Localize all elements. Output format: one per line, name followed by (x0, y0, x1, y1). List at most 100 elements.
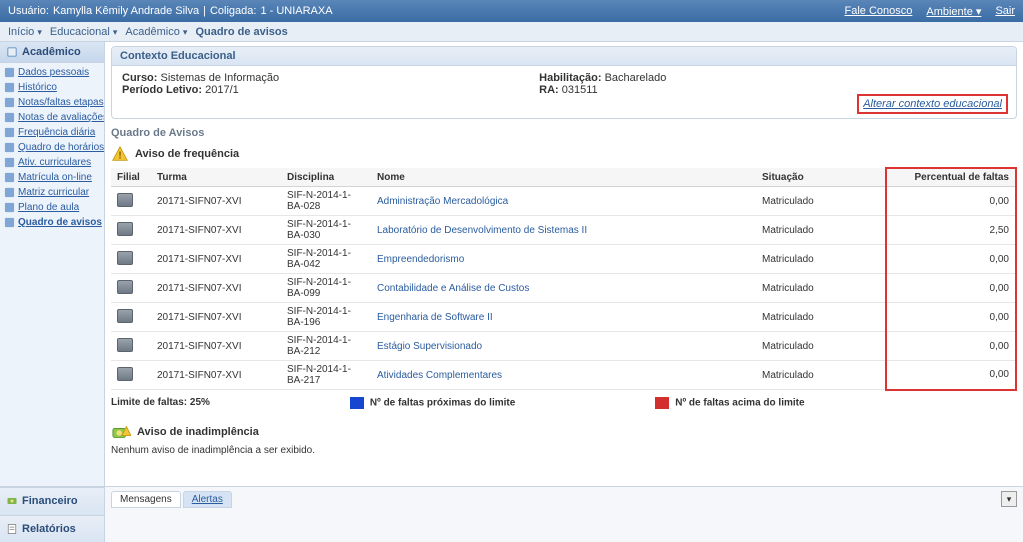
item-icon (4, 112, 15, 123)
chevron-down-icon: ▾ (113, 27, 118, 37)
curso-label: Curso: (122, 72, 157, 84)
sidebar-header-label: Acadêmico (22, 46, 81, 58)
periodo-value: 2017/1 (205, 84, 239, 96)
sidebar-item-0[interactable]: Dados pessoais (0, 65, 104, 80)
cell-nome[interactable]: Laboratório de Desenvolvimento de Sistem… (371, 216, 756, 245)
legend-near-label: Nº de faltas próximas do limite (370, 397, 515, 408)
sidebar: Acadêmico Dados pessoais Histórico Notas/f… (0, 42, 105, 486)
sair-link[interactable]: Sair (995, 5, 1015, 18)
cell-situacao: Matriculado (756, 332, 886, 361)
content: Contexto Educacional Curso: Sistemas de … (105, 42, 1023, 486)
money-icon (6, 495, 18, 507)
cell-filial (111, 245, 151, 274)
cell-disciplina: SIF-N-2014-1-BA-030 (281, 216, 371, 245)
sidebar-item-6[interactable]: Ativ. curriculares (0, 155, 104, 170)
category-relatorios-label: Relatórios (22, 523, 76, 535)
breadcrumb-academico[interactable]: Acadêmico ▾ (125, 26, 187, 38)
item-icon (4, 67, 15, 78)
tab-mensagens[interactable]: Mensagens (111, 491, 181, 508)
panel-dropdown-button[interactable]: ▾ (1001, 491, 1017, 507)
limite-faltas-label: Limite de faltas: 25% (111, 397, 210, 408)
item-icon (4, 97, 15, 108)
table-row: 20171-SIFN07-XVISIF-N-2014-1-BA-212Estág… (111, 332, 1016, 361)
building-icon (117, 309, 133, 323)
ambiente-link[interactable]: Ambiente ▾ (926, 5, 981, 18)
user-label: Usuário: (8, 5, 49, 17)
sidebar-item-8[interactable]: Matriz curricular (0, 185, 104, 200)
sidebar-item-3[interactable]: Notas de avaliações (0, 110, 104, 125)
cell-situacao: Matriculado (756, 245, 886, 274)
cell-nome[interactable]: Estágio Supervisionado (371, 332, 756, 361)
chevron-down-icon: ▾ (37, 27, 42, 37)
cell-filial (111, 332, 151, 361)
sidebar-item-label: Quadro de horários (18, 142, 104, 153)
sidebar-item-7[interactable]: Matrícula on-line (0, 170, 104, 185)
cell-disciplina: SIF-N-2014-1-BA-196 (281, 303, 371, 332)
cell-turma: 20171-SIFN07-XVI (151, 303, 281, 332)
category-relatorios[interactable]: Relatórios (0, 515, 104, 542)
breadcrumb-inicio[interactable]: Início ▾ (8, 26, 42, 38)
cell-turma: 20171-SIFN07-XVI (151, 216, 281, 245)
cell-filial (111, 303, 151, 332)
breadcrumb: Início ▾ Educacional ▾ Acadêmico ▾ Quadr… (0, 22, 1023, 42)
sidebar-item-4[interactable]: Frequência diária (0, 125, 104, 140)
category-financeiro[interactable]: Financeiro (0, 487, 104, 515)
coligada-value: 1 - UNIARAXA (260, 5, 332, 17)
breadcrumb-educacional[interactable]: Educacional ▾ (50, 26, 118, 38)
sidebar-item-label: Plano de aula (18, 202, 79, 213)
cell-filial (111, 274, 151, 303)
legend-swatch-red-icon (655, 397, 669, 409)
cell-filial (111, 216, 151, 245)
th-disciplina: Disciplina (281, 168, 371, 187)
sidebar-item-2[interactable]: Notas/faltas etapas (0, 95, 104, 110)
curso-value: Sistemas de Informação (161, 72, 280, 84)
cell-situacao: Matriculado (756, 216, 886, 245)
fale-conosco-link[interactable]: Fale Conosco (844, 5, 912, 18)
cell-percentual: 0,00 (886, 303, 1016, 332)
sidebar-item-label: Notas/faltas etapas (18, 97, 104, 108)
habilitacao-value: Bacharelado (605, 72, 667, 84)
cell-situacao: Matriculado (756, 361, 886, 390)
cell-percentual: 0,00 (886, 187, 1016, 216)
separator: | (203, 5, 206, 17)
cell-nome[interactable]: Atividades Complementares (371, 361, 756, 390)
sidebar-item-1[interactable]: Histórico (0, 80, 104, 95)
building-icon (117, 367, 133, 381)
cell-turma: 20171-SIFN07-XVI (151, 245, 281, 274)
table-row: 20171-SIFN07-XVISIF-N-2014-1-BA-196Engen… (111, 303, 1016, 332)
sidebar-item-label: Notas de avaliações (18, 112, 104, 123)
cell-percentual: 0,00 (886, 332, 1016, 361)
th-turma: Turma (151, 168, 281, 187)
alterar-contexto-link[interactable]: Alterar contexto educacional (857, 94, 1008, 114)
legend-over-label: Nº de faltas acima do limite (675, 397, 804, 408)
cell-nome[interactable]: Contabilidade e Análise de Custos (371, 274, 756, 303)
cell-turma: 20171-SIFN07-XVI (151, 274, 281, 303)
sidebar-item-5[interactable]: Quadro de horários (0, 140, 104, 155)
cell-percentual: 0,00 (886, 274, 1016, 303)
sidebar-item-10[interactable]: Quadro de avisos (0, 215, 104, 230)
quadro-avisos-title: Quadro de Avisos (111, 127, 1017, 139)
building-icon (117, 338, 133, 352)
cell-nome[interactable]: Administração Mercadológica (371, 187, 756, 216)
cell-percentual: 0,00 (886, 361, 1016, 390)
tab-alertas[interactable]: Alertas (183, 491, 232, 508)
cell-filial (111, 187, 151, 216)
warning-icon: ! (111, 145, 129, 163)
inadimplencia-empty-text: Nenhum aviso de inadimplência a ser exib… (111, 445, 1017, 456)
context-panel-header: Contexto Educacional (112, 47, 1016, 66)
item-icon (4, 217, 15, 228)
cell-nome[interactable]: Engenharia de Software II (371, 303, 756, 332)
sidebar-item-label: Matrícula on-line (18, 172, 92, 183)
sidebar-item-label: Histórico (18, 82, 57, 93)
cell-turma: 20171-SIFN07-XVI (151, 361, 281, 390)
legend: Limite de faltas: 25% Nº de faltas próxi… (111, 397, 1017, 409)
item-icon (4, 187, 15, 198)
aviso-frequencia-label: Aviso de frequência (135, 148, 239, 160)
table-row: 20171-SIFN07-XVISIF-N-2014-1-BA-030Labor… (111, 216, 1016, 245)
cell-nome[interactable]: Empreendedorismo (371, 245, 756, 274)
sidebar-header-academico[interactable]: Acadêmico (0, 42, 104, 63)
topbar: Usuário: Kamylla Kêmily Andrade Silva | … (0, 0, 1023, 22)
sidebar-item-9[interactable]: Plano de aula (0, 200, 104, 215)
cell-filial (111, 361, 151, 390)
cell-situacao: Matriculado (756, 303, 886, 332)
